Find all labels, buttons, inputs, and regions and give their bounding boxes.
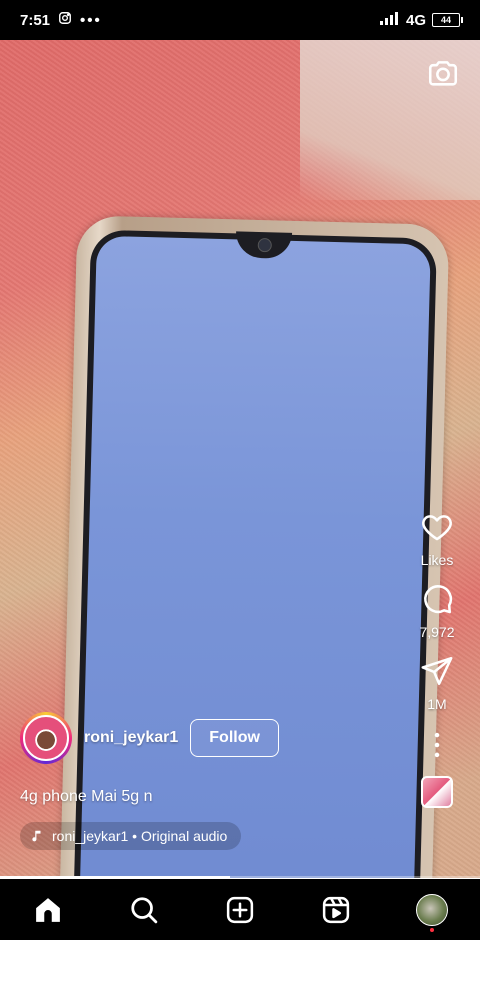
author-avatar-ring[interactable] bbox=[20, 712, 72, 764]
audio-thumbnail[interactable] bbox=[421, 776, 453, 808]
reels-icon bbox=[322, 896, 350, 923]
instagram-notification-icon bbox=[58, 11, 72, 29]
heart-icon[interactable] bbox=[420, 510, 454, 544]
comment-icon[interactable] bbox=[420, 582, 454, 616]
nav-home[interactable] bbox=[24, 886, 72, 934]
signal-icon bbox=[379, 11, 400, 29]
author-username[interactable]: roni_jeykar1 bbox=[84, 729, 178, 747]
like-action[interactable]: Likes bbox=[420, 510, 454, 568]
nav-reels[interactable] bbox=[312, 886, 360, 934]
share-action[interactable]: 1M bbox=[420, 654, 454, 712]
plus-square-icon bbox=[226, 896, 254, 923]
send-icon[interactable] bbox=[420, 654, 454, 688]
nav-create[interactable] bbox=[216, 886, 264, 934]
shares-count: 1M bbox=[427, 696, 447, 712]
bottom-navigation bbox=[0, 879, 480, 940]
status-bar: 7:51 ••• 4G 44 bbox=[0, 0, 480, 40]
phone-screen bbox=[78, 235, 431, 878]
reels-screen: 7:51 ••• 4G 44 Likes 7,972 1M roni_jeyka… bbox=[0, 0, 480, 998]
post-caption[interactable]: 4g phone Mai 5g n bbox=[20, 788, 153, 806]
search-icon bbox=[131, 896, 158, 923]
more-notifications-icon: ••• bbox=[80, 11, 102, 29]
camera-icon[interactable] bbox=[426, 56, 460, 90]
audio-pill[interactable]: roni_jeykar1 • Original audio bbox=[20, 822, 242, 850]
phone-bezel bbox=[72, 229, 437, 878]
more-vertical-icon[interactable] bbox=[420, 728, 454, 762]
reel-actions: Likes 7,972 1M bbox=[394, 510, 480, 808]
music-note-icon bbox=[32, 830, 41, 842]
battery-level: 44 bbox=[440, 15, 451, 25]
battery-icon: 44 bbox=[432, 13, 463, 27]
network-type: 4G bbox=[405, 11, 426, 29]
likes-label: Likes bbox=[420, 552, 454, 568]
notification-dot bbox=[430, 927, 434, 932]
profile-avatar bbox=[416, 893, 448, 926]
comments-count: 7,972 bbox=[419, 624, 455, 640]
home-icon bbox=[36, 897, 60, 922]
avatar[interactable] bbox=[23, 715, 69, 761]
audio-label: roni_jeykar1 • Original audio bbox=[52, 828, 228, 844]
nav-search[interactable] bbox=[120, 886, 168, 934]
comment-action[interactable]: 7,972 bbox=[419, 582, 455, 640]
status-time: 7:51 bbox=[20, 11, 51, 29]
nav-profile[interactable] bbox=[408, 886, 456, 934]
video-phone-object bbox=[58, 215, 450, 878]
author-row: roni_jeykar1 Follow bbox=[20, 712, 279, 764]
follow-button[interactable]: Follow bbox=[190, 719, 279, 757]
